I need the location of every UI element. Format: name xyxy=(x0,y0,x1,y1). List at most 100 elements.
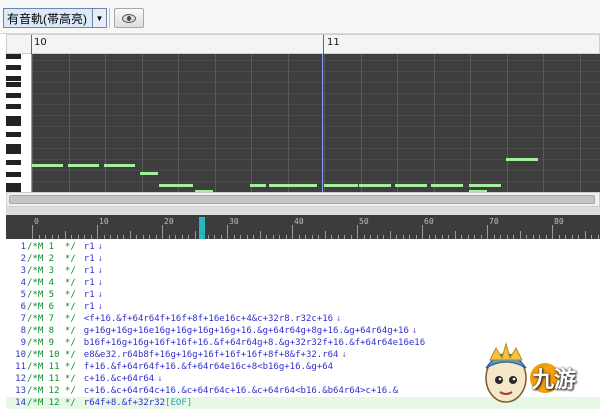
mml-code: b16f+16g+16g+16f+16f+16.&f+64r64g+8.&g+3… xyxy=(83,338,426,348)
line-number: 13 xyxy=(15,386,26,396)
column-tick xyxy=(64,231,66,239)
eye-icon xyxy=(122,13,136,23)
mml-code: r1 xyxy=(83,290,95,300)
line-number: 6 xyxy=(20,302,26,312)
column-tick xyxy=(97,225,98,239)
note-bar[interactable] xyxy=(250,184,266,187)
track-mode-select[interactable]: 有音軌(帯高亮) ▼ xyxy=(3,8,107,28)
note-bar[interactable] xyxy=(359,184,391,187)
mml-code: f+16.&f+64r64f+16.&f+64r64e16c+8<b16g+16… xyxy=(83,362,334,372)
black-key[interactable] xyxy=(6,143,21,149)
note-bar[interactable] xyxy=(469,184,501,187)
line-break-mark: ↓ xyxy=(97,266,104,276)
black-key[interactable] xyxy=(6,115,21,121)
pitch-row-line xyxy=(32,181,600,182)
measure-comment: /*M 6 */ xyxy=(27,302,76,312)
mml-code: r1 xyxy=(83,278,95,288)
line-break-mark: ↓ xyxy=(97,290,104,300)
column-tick xyxy=(32,225,33,239)
measure-comment: /*M 5 */ xyxy=(27,290,76,300)
column-tick xyxy=(389,231,391,239)
piano-keyboard[interactable] xyxy=(6,54,32,192)
pitch-row-line xyxy=(32,60,600,61)
pitch-row-line xyxy=(32,137,600,138)
code-line[interactable]: 4/*M 4 */ r1 ↓ xyxy=(6,277,600,289)
column-number: 80 xyxy=(554,217,564,226)
mml-code: r1 xyxy=(83,254,95,264)
line-break-mark: ↓ xyxy=(411,326,418,336)
track-mode-value: 有音軌(帯高亮) xyxy=(7,11,87,26)
note-bar[interactable] xyxy=(506,158,538,161)
black-key[interactable] xyxy=(6,54,21,59)
line-number: 11 xyxy=(15,362,26,372)
black-key[interactable] xyxy=(6,160,21,166)
note-bar[interactable] xyxy=(395,184,427,187)
pane-splitter[interactable] xyxy=(6,207,600,215)
measure-comment: /*M 9 */ xyxy=(27,338,76,348)
mml-code: g+16g+16g+16e16g+16g+16g+16g+16.&g+64r64… xyxy=(83,326,409,336)
column-tick xyxy=(584,231,586,239)
column-number: 40 xyxy=(294,217,304,226)
black-key[interactable] xyxy=(6,149,21,155)
line-number: 5 xyxy=(20,290,26,300)
beat-line xyxy=(32,54,33,192)
note-bar[interactable] xyxy=(431,184,463,187)
beat-line xyxy=(251,54,252,192)
measure-line xyxy=(323,35,324,55)
measure-comment: /*M 7 */ xyxy=(27,314,76,324)
black-key[interactable] xyxy=(6,82,21,87)
mml-code: r1 xyxy=(83,302,95,312)
black-key[interactable] xyxy=(6,93,21,99)
note-bar[interactable] xyxy=(159,184,193,187)
chevron-down-icon[interactable]: ▼ xyxy=(92,9,106,27)
code-line[interactable]: 2/*M 2 */ r1 ↓ xyxy=(6,253,600,265)
black-key[interactable] xyxy=(6,182,21,188)
visibility-toggle-button[interactable] xyxy=(114,8,144,28)
note-bar[interactable] xyxy=(32,164,63,167)
column-number: 0 xyxy=(34,217,39,226)
note-bar[interactable] xyxy=(68,164,99,167)
line-number: 3 xyxy=(20,266,26,276)
piano-roll-grid[interactable] xyxy=(32,54,600,192)
note-bar[interactable] xyxy=(140,172,158,175)
code-line[interactable]: 6/*M 6 */ r1 ↓ xyxy=(6,301,600,313)
black-key[interactable] xyxy=(6,65,21,71)
code-line[interactable]: 3/*M 3 */ r1 ↓ xyxy=(6,265,600,277)
beat-line xyxy=(288,54,289,192)
black-key[interactable] xyxy=(6,121,21,127)
black-key[interactable] xyxy=(6,76,21,82)
code-line[interactable]: 5/*M 5 */ r1 ↓ xyxy=(6,289,600,301)
column-tick xyxy=(129,231,131,239)
beat-line xyxy=(361,54,362,192)
column-tick xyxy=(162,225,163,239)
black-key[interactable] xyxy=(6,104,21,110)
beat-line xyxy=(507,54,508,192)
piano-roll-scrollbar[interactable] xyxy=(6,192,600,207)
measure-comment: /*M 10 */ xyxy=(27,350,76,360)
beat-line xyxy=(434,54,435,192)
measure-label: 10 xyxy=(34,37,47,48)
note-bar[interactable] xyxy=(324,184,358,187)
line-number: 4 xyxy=(20,278,26,288)
column-tick xyxy=(357,225,358,239)
beat-line xyxy=(397,54,398,192)
line-break-mark: ↓ xyxy=(341,350,347,360)
black-key[interactable] xyxy=(6,171,21,177)
toolbar-separator xyxy=(109,8,110,28)
toolbar: 有音軌(帯高亮) ▼ xyxy=(0,0,600,34)
measure-ruler[interactable]: 10 11 xyxy=(6,34,600,55)
measure-comment: /*M 8 */ xyxy=(27,326,76,336)
column-tick xyxy=(259,231,261,239)
code-line[interactable]: 7/*M 7 */ <f+16.&f+64r64f+16f+8f+16e16c+4… xyxy=(6,313,600,325)
mml-code: <f+16.&f+64r64f+16f+8f+16e16c+4&c+32r8.r… xyxy=(83,314,334,324)
scrollbar-thumb[interactable] xyxy=(9,195,595,204)
note-bar[interactable] xyxy=(104,164,135,167)
black-key[interactable] xyxy=(6,132,21,138)
measure-comment: /*M 12 */ xyxy=(27,386,76,396)
note-bar[interactable] xyxy=(286,184,317,187)
mascot-logo-icon xyxy=(485,342,527,403)
column-tick xyxy=(324,231,326,239)
measure-line xyxy=(31,35,32,55)
code-line[interactable]: 1/*M 1 */ r1 ↓ xyxy=(6,241,600,253)
line-number: 9 xyxy=(20,338,26,348)
